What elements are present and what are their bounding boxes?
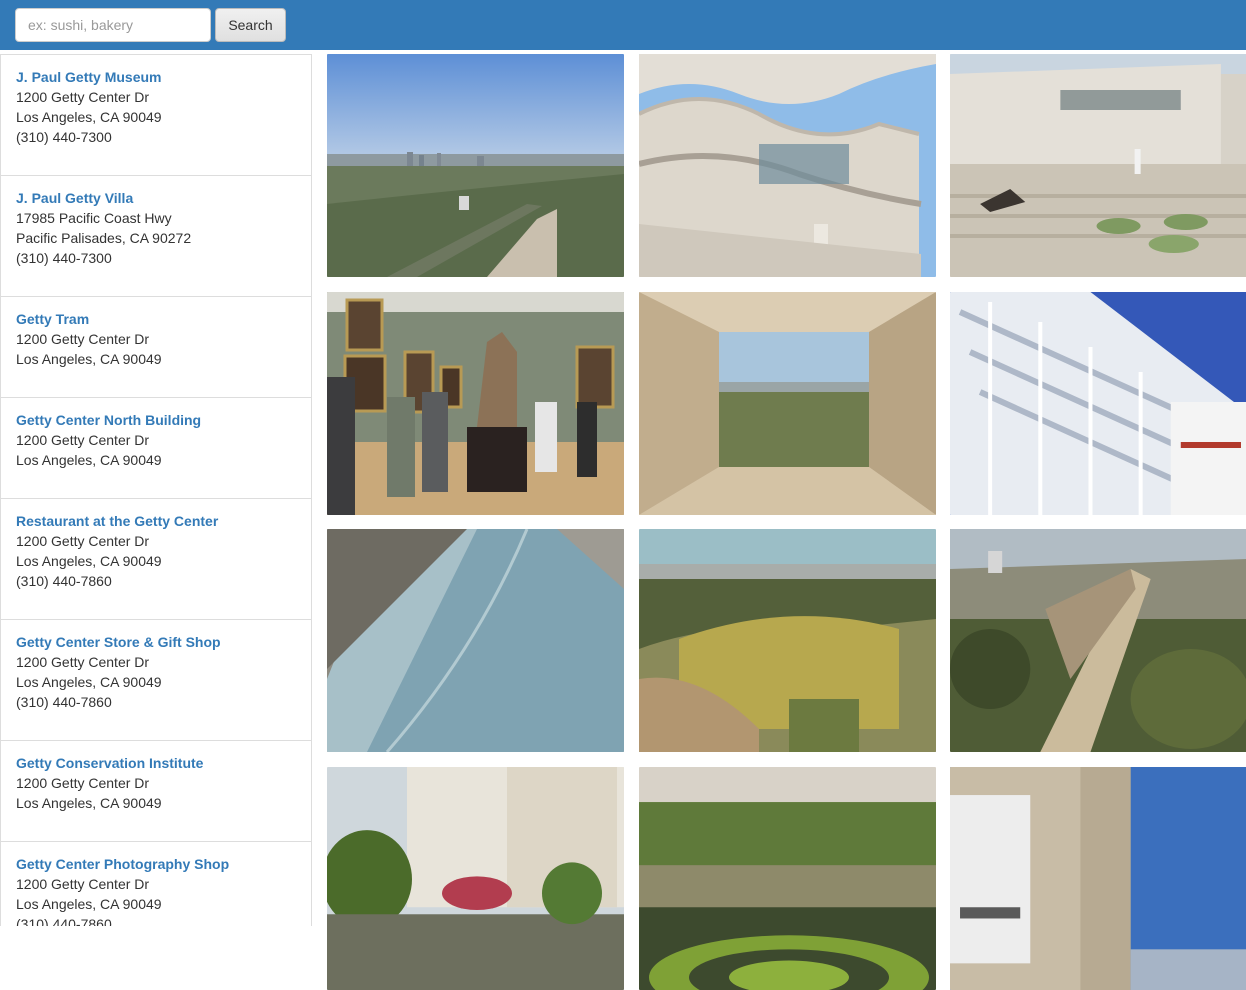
photo-curved-building[interactable] [639, 54, 936, 277]
result-street: 1200 Getty Center Dr [16, 876, 150, 892]
list-item: Getty Center Photography Shop 1200 Getty… [0, 841, 312, 926]
photo-stone-window[interactable] [639, 292, 936, 515]
result-phone: (310) 440-7860 [16, 573, 112, 589]
list-item: Getty Center Store & Gift Shop 1200 Gett… [0, 619, 312, 741]
photo-museum-terrace[interactable] [950, 54, 1246, 277]
result-city: Los Angeles, CA 90049 [16, 351, 162, 367]
top-navbar: Search [0, 0, 1246, 50]
result-street: 1200 Getty Center Dr [16, 89, 150, 105]
photo-water-channel[interactable] [327, 529, 624, 752]
result-city: Los Angeles, CA 90049 [16, 553, 162, 569]
result-name-link[interactable]: J. Paul Getty Villa [16, 188, 296, 208]
result-city: Los Angeles, CA 90049 [16, 896, 162, 912]
result-street: 1200 Getty Center Dr [16, 432, 150, 448]
photo-city-view[interactable] [327, 54, 624, 277]
result-name-link[interactable]: Getty Center Photography Shop [16, 854, 296, 874]
list-item: Restaurant at the Getty Center 1200 Gett… [0, 498, 312, 620]
result-phone: (310) 440-7860 [16, 916, 112, 926]
list-item: Getty Conservation Institute 1200 Getty … [0, 740, 312, 842]
photo-stone-building[interactable] [950, 767, 1246, 990]
photo-courtyard-trees[interactable] [327, 767, 624, 990]
photo-gallery-interior[interactable] [327, 292, 624, 515]
result-street: 1200 Getty Center Dr [16, 654, 150, 670]
result-street: 1200 Getty Center Dr [16, 533, 150, 549]
result-name-link[interactable]: Restaurant at the Getty Center [16, 511, 296, 531]
result-phone: (310) 440-7300 [16, 250, 112, 266]
result-phone: (310) 440-7860 [16, 694, 112, 710]
result-street: 1200 Getty Center Dr [16, 331, 150, 347]
result-city: Los Angeles, CA 90049 [16, 109, 162, 125]
result-name-link[interactable]: Getty Center North Building [16, 410, 296, 430]
search-input[interactable] [15, 8, 211, 42]
photo-white-staircase[interactable] [950, 292, 1246, 515]
result-city: Los Angeles, CA 90049 [16, 795, 162, 811]
list-item: J. Paul Getty Museum 1200 Getty Center D… [0, 54, 312, 176]
result-phone: (310) 440-7300 [16, 129, 112, 145]
photo-cactus-garden[interactable] [639, 529, 936, 752]
result-name-link[interactable]: J. Paul Getty Museum [16, 67, 296, 87]
result-street: 17985 Pacific Coast Hwy [16, 210, 172, 226]
results-list: J. Paul Getty Museum 1200 Getty Center D… [0, 54, 312, 926]
result-name-link[interactable]: Getty Tram [16, 309, 296, 329]
photo-garden-walkway[interactable] [950, 529, 1246, 752]
result-city: Los Angeles, CA 90049 [16, 674, 162, 690]
list-item: Getty Center North Building 1200 Getty C… [0, 397, 312, 499]
list-item: Getty Tram 1200 Getty Center Dr Los Ange… [0, 296, 312, 398]
search-button[interactable]: Search [215, 8, 286, 42]
photo-maze-garden[interactable] [639, 767, 936, 990]
list-item: J. Paul Getty Villa 17985 Pacific Coast … [0, 175, 312, 297]
result-name-link[interactable]: Getty Conservation Institute [16, 753, 296, 773]
result-city: Pacific Palisades, CA 90272 [16, 230, 192, 246]
result-street: 1200 Getty Center Dr [16, 775, 150, 791]
result-name-link[interactable]: Getty Center Store & Gift Shop [16, 632, 296, 652]
result-city: Los Angeles, CA 90049 [16, 452, 162, 468]
